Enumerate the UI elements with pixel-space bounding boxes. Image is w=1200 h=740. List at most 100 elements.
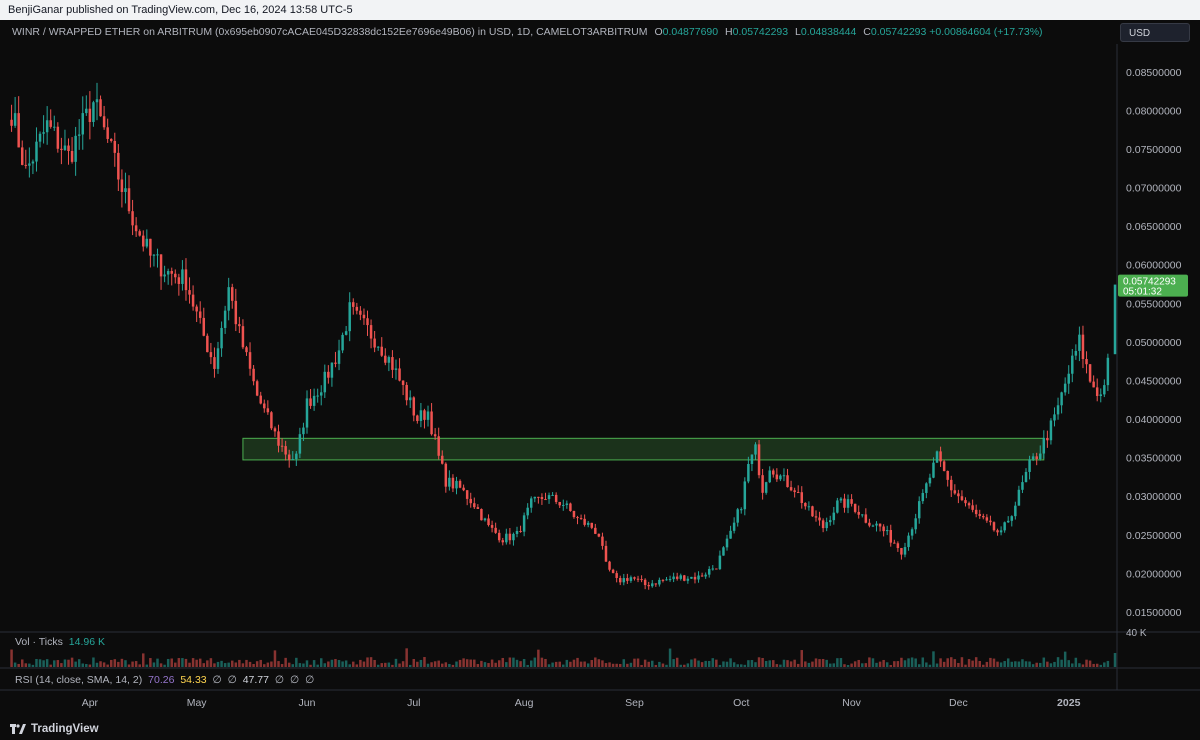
candle-body: [174, 273, 177, 278]
candle-body: [17, 113, 20, 148]
volume-bar: [181, 658, 184, 667]
candle-body: [729, 530, 732, 539]
candle-body: [291, 459, 295, 461]
candle-body: [366, 318, 369, 326]
candle-body: [828, 520, 832, 523]
countdown-label: 05:01:32: [1123, 287, 1162, 298]
volume-bar: [1071, 663, 1074, 667]
volume-bar: [319, 658, 323, 667]
candle-body: [917, 501, 921, 519]
volume-bar: [999, 662, 1003, 667]
currency-button[interactable]: USD: [1120, 23, 1190, 42]
candle-body: [473, 503, 476, 508]
candle-body: [793, 490, 796, 493]
volume-bar: [921, 657, 925, 667]
y-tick-label: 0.08000000: [1126, 105, 1182, 117]
volume-bar: [10, 649, 13, 667]
volume-bar: [376, 664, 380, 667]
volume-bar: [836, 658, 839, 667]
candle-body: [807, 506, 811, 508]
candle-body: [60, 148, 63, 151]
volume-bar: [263, 664, 266, 667]
candle-body: [255, 381, 259, 396]
candle-body: [821, 520, 825, 529]
volume-bar: [615, 663, 618, 667]
volume-bar: [579, 661, 583, 667]
candle-body: [355, 306, 359, 311]
volume-bar: [878, 661, 882, 667]
volume-bar: [284, 657, 287, 667]
candle-body: [134, 225, 138, 232]
candle-body: [284, 446, 287, 455]
candle-body: [779, 475, 782, 480]
rsi-empty-5: ∅: [305, 674, 315, 686]
volume-bar: [896, 661, 900, 667]
volume-bar: [81, 663, 84, 667]
volume-bar: [800, 650, 804, 667]
candle-body: [868, 522, 871, 526]
candle-body: [1010, 516, 1014, 521]
candle-body: [529, 498, 533, 508]
volume-bar: [74, 661, 77, 667]
candle-body: [811, 506, 814, 517]
volume-bar: [1063, 651, 1067, 667]
y-tick-label: 0.07000000: [1126, 183, 1182, 195]
volume-bar: [20, 659, 24, 667]
volume-bar: [433, 661, 437, 667]
volume-bar: [668, 648, 672, 667]
volume-bar: [903, 660, 907, 667]
volume-bar: [586, 663, 590, 667]
candle-body: [1017, 489, 1021, 506]
volume-bar: [618, 663, 622, 667]
price-chart[interactable]: 0.01500000 0.02000000 0.02500000 0.03000000…: [0, 0, 1200, 740]
volume-bar: [17, 663, 20, 667]
volume-bar: [772, 660, 775, 667]
volume-bar: [174, 662, 177, 667]
candle-body: [967, 503, 971, 506]
volume-bar: [608, 662, 611, 667]
volume-bar: [875, 662, 878, 667]
rsi-legend: RSI (14, close, SMA, 14, 2) 70.26 54.33 …: [12, 674, 314, 686]
volume-bar: [391, 664, 394, 667]
volume-bar: [1095, 663, 1099, 667]
candle-body: [170, 271, 173, 274]
open-value: 0.04877690: [662, 26, 719, 38]
volume-bar: [426, 663, 430, 667]
volume-bar: [704, 660, 707, 667]
candle-body: [679, 575, 682, 579]
candle-body: [853, 503, 857, 512]
candle-body: [522, 515, 526, 532]
candle-body: [487, 518, 490, 526]
volume-bar: [964, 664, 967, 667]
volume-bar: [654, 664, 658, 667]
y-tick-label: 0.05500000: [1126, 298, 1182, 310]
volume-bar: [544, 658, 547, 667]
candle-body: [163, 274, 166, 277]
volume-bar: [1014, 661, 1017, 667]
candle-body: [1028, 459, 1031, 472]
candle-body: [839, 498, 843, 501]
volume-bar: [70, 657, 74, 667]
support-zone: [242, 437, 1045, 461]
volume-bar: [53, 660, 56, 667]
candle-body: [280, 445, 284, 447]
volume-bar: [352, 661, 355, 667]
candle-body: [234, 300, 238, 325]
volume-bar: [142, 653, 145, 667]
candle-body: [1106, 357, 1110, 386]
footer: TradingView: [0, 718, 1200, 740]
candle-body: [494, 527, 497, 533]
volume-bar: [465, 659, 469, 667]
candle-body: [1024, 471, 1028, 483]
candle-body: [181, 269, 184, 284]
volume-bar: [974, 657, 978, 667]
candle-body: [982, 515, 985, 518]
volume-bar: [861, 663, 864, 667]
volume-bar: [832, 663, 836, 667]
candle-body: [419, 410, 423, 421]
volume-bar: [337, 660, 341, 667]
candle-body: [554, 494, 558, 502]
candle-body: [102, 116, 106, 128]
volume-bar: [45, 659, 49, 667]
volume-bar: [740, 664, 743, 667]
